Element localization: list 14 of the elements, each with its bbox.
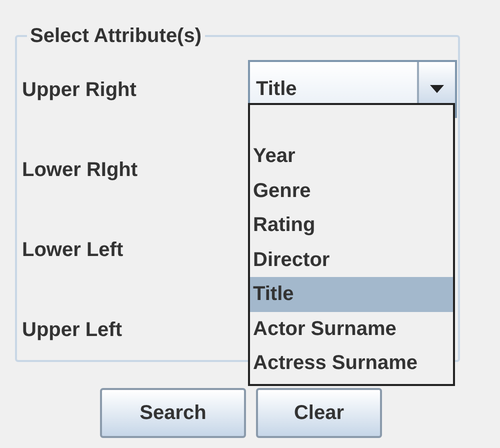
field-label: Upper Right — [22, 78, 138, 102]
field-label: Lower Left — [22, 238, 124, 262]
dropdown-option[interactable]: Actor Surname — [250, 312, 453, 346]
dropdown-option[interactable]: Director — [250, 242, 453, 277]
dropdown-option[interactable]: Year — [250, 139, 453, 174]
field-label: Lower RIght — [22, 158, 139, 182]
clear-button[interactable]: Clear — [256, 388, 382, 438]
dropdown-option[interactable]: Genre — [250, 174, 453, 208]
field-label: Upper Left — [22, 318, 123, 342]
dropdown-option[interactable]: Rating — [250, 208, 453, 242]
dropdown-option[interactable]: Actress Surname — [250, 346, 453, 380]
caret-icon — [430, 85, 444, 93]
dropdown-option[interactable]: Title — [250, 277, 453, 312]
search-button[interactable]: Search — [100, 388, 246, 438]
